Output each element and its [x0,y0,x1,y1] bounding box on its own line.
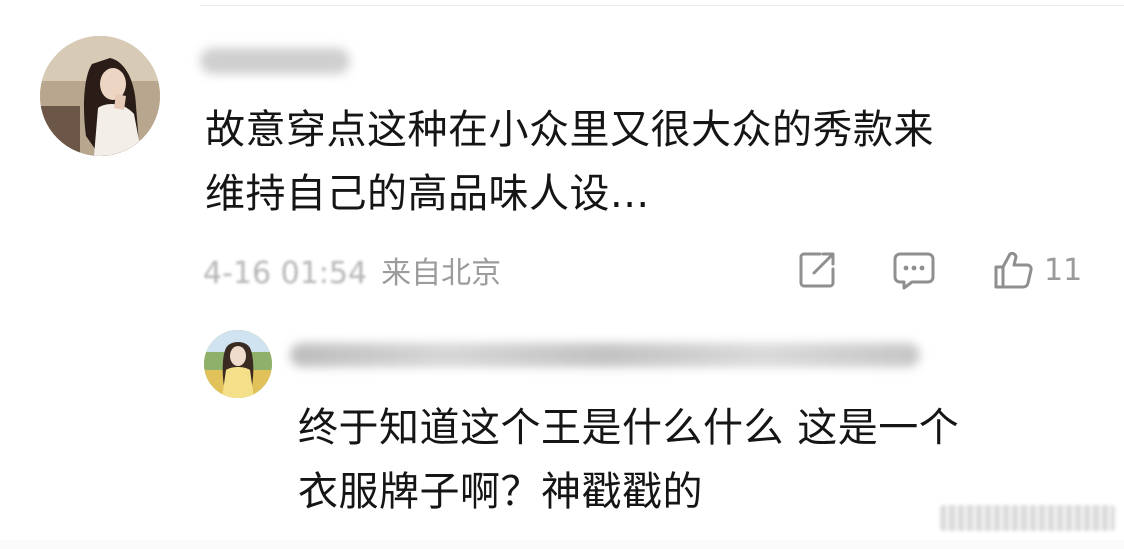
like-count: 11 [1044,252,1083,288]
bottom-edge [0,540,1124,549]
top-divider [200,5,1124,6]
commenter-avatar[interactable] [40,36,160,156]
watermark [940,505,1115,531]
comment-text-line: 故意穿点这种在小众里又很大众的秀款来 [205,107,934,153]
comment-text: 故意穿点这种在小众里又很大众的秀款来 维持自己的高品味人设... [205,98,1085,226]
share-icon [799,252,835,288]
comment-timestamp: 4-16 01:54 [203,256,368,291]
reply-username[interactable] [290,343,920,367]
comment-icon [893,252,935,290]
comment-text-line: 维持自己的高品味人设... [205,171,650,217]
comment-button[interactable] [892,248,936,292]
share-button[interactable] [796,248,838,292]
reply-text-line: 终于知道这个王是什么什么 这是一个 [298,405,960,451]
commenter-avatar-image [40,36,160,156]
reply-avatar-image [204,330,272,398]
like-button[interactable]: 11 [992,248,1082,292]
comment-meta: 4-16 01:54 来自北京 [203,248,501,292]
commenter-username[interactable] [200,48,350,74]
comment-location: 来自北京 [381,256,502,291]
thumbs-up-icon [994,251,1033,289]
reply-avatar[interactable] [204,330,272,398]
